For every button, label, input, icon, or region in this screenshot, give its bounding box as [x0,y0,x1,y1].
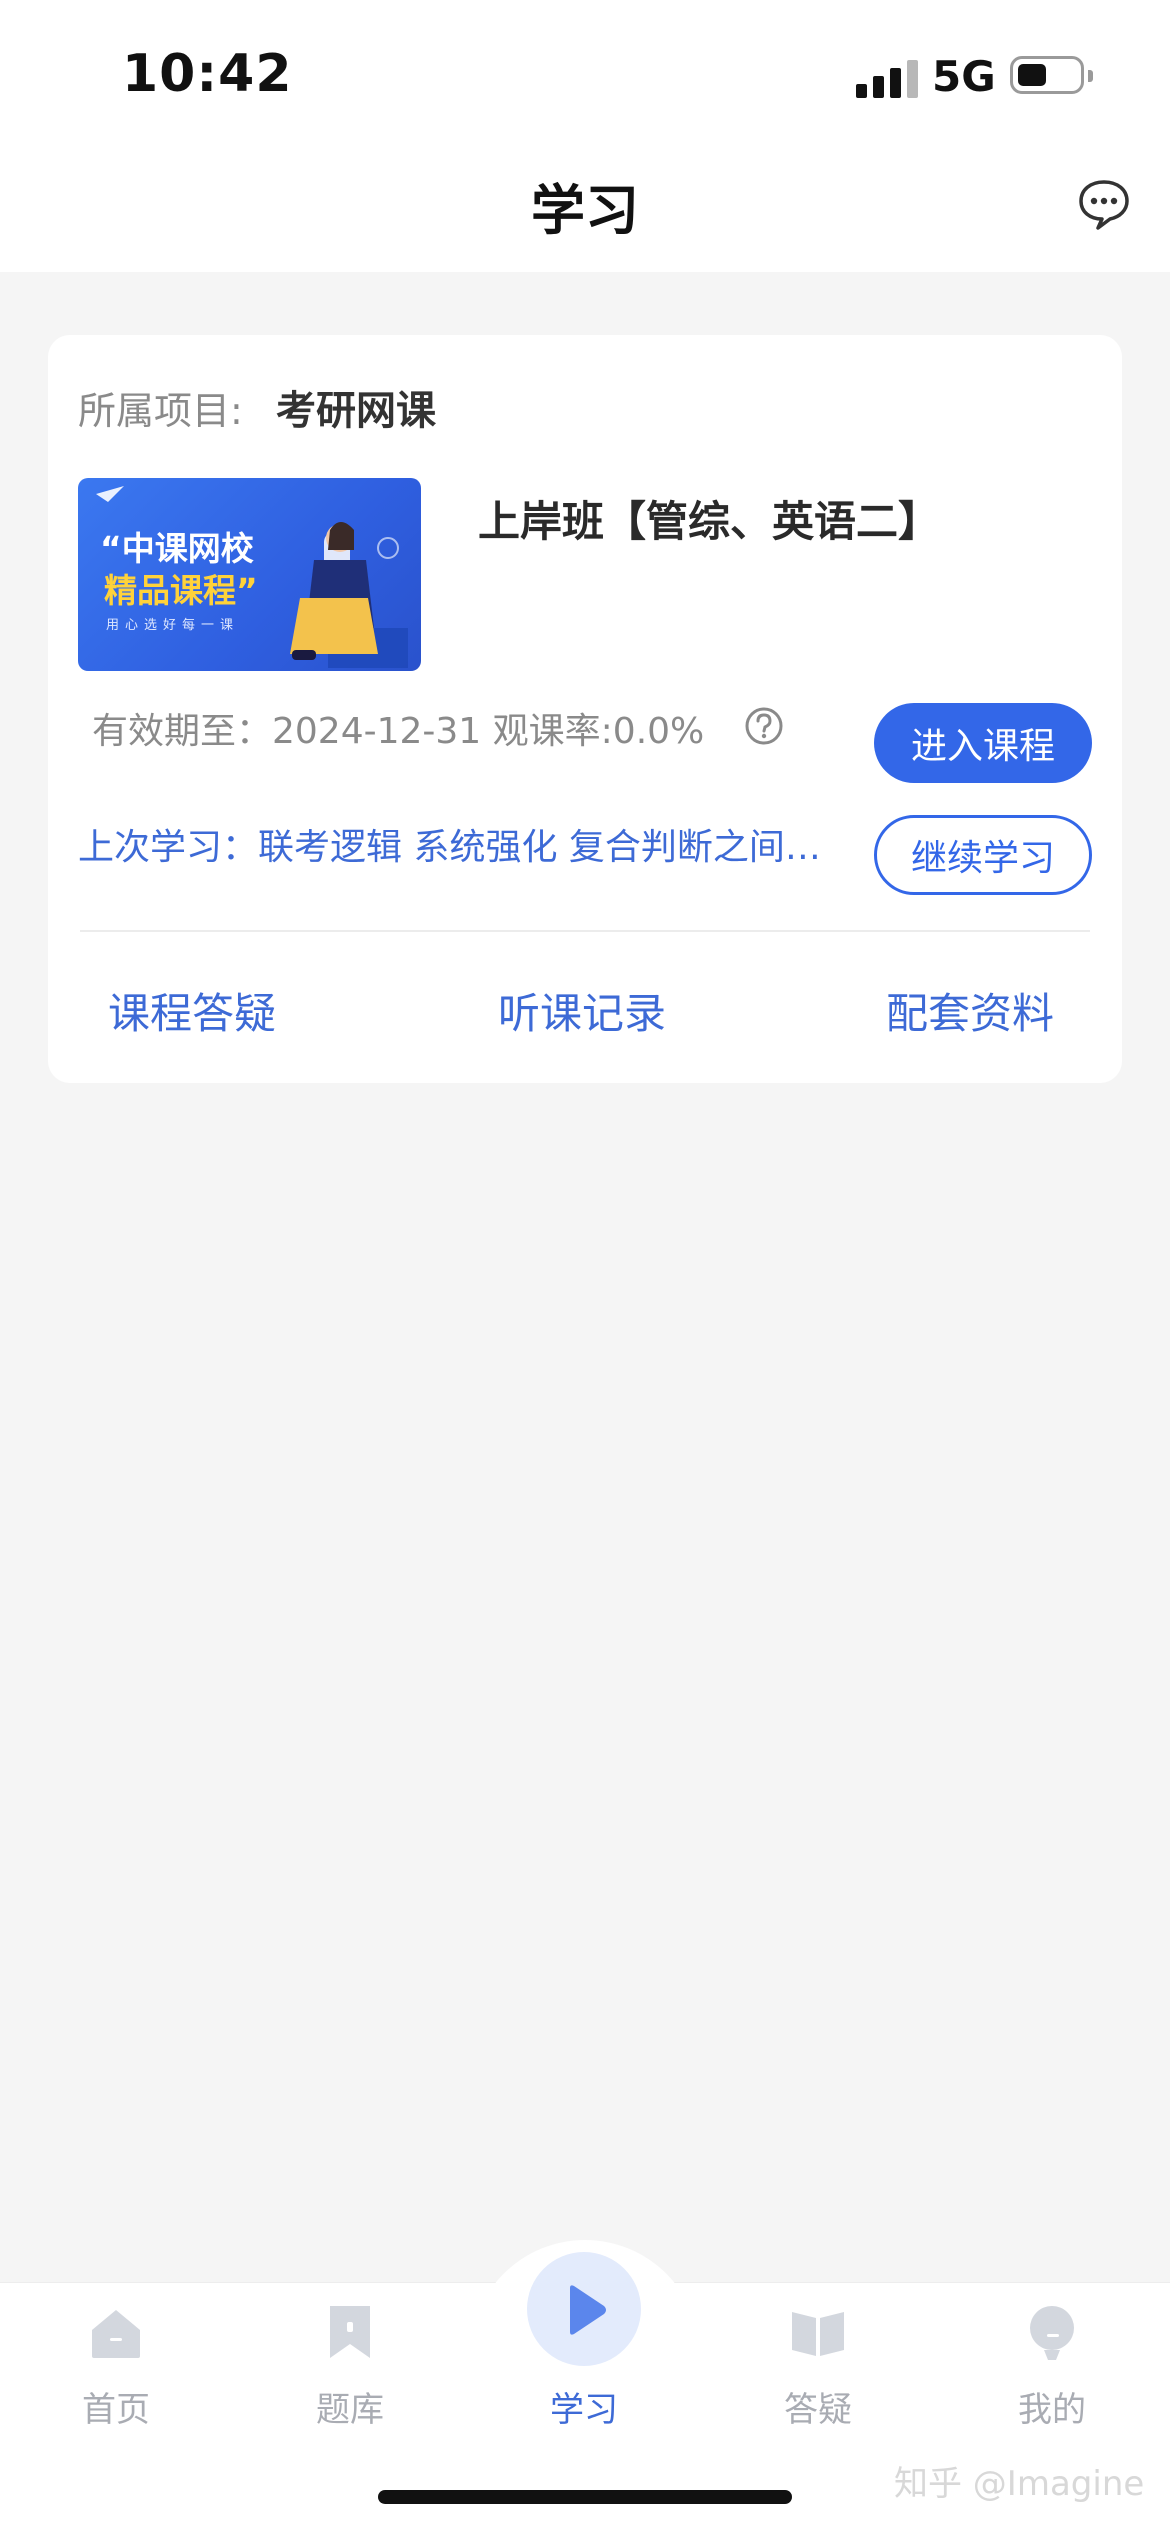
signal-icon [856,58,918,98]
tab-qa-label[interactable]: 答疑 [748,2382,888,2431]
project-label: 所属项目: [78,389,243,433]
page-title: 学习 [531,179,639,242]
help-icon[interactable] [744,706,784,746]
course-name[interactable]: 上岸班【管综、英语二】 [478,488,940,549]
bookmark-icon[interactable] [318,2300,382,2364]
project-value: 考研网课 [276,388,436,434]
play-icon[interactable] [552,2278,616,2342]
last-study-row[interactable]: 上次学习：联考逻辑 系统强化 复合判断之间… [78,818,864,870]
profile-icon[interactable] [1020,2300,1084,2364]
last-study-value: 联考逻辑 系统强化 复合判断之间… [258,827,821,868]
tab-question-bank-label[interactable]: 题库 [280,2382,420,2431]
continue-study-button[interactable]: 继续学习 [874,815,1092,895]
cover-tagline: 用心选好每一课 [106,618,240,633]
course-cover-image[interactable]: “中课网校 精品课程” 用心选好每一课 [78,478,421,671]
chat-bubble-icon[interactable] [1076,176,1132,232]
tab-home-label[interactable]: 首页 [46,2382,186,2431]
network-label: 5G [932,52,996,101]
home-icon[interactable] [84,2300,148,2364]
card-divider [80,930,1090,932]
battery-icon [1010,56,1093,94]
course-materials-link[interactable]: 配套资料 [886,980,1054,1041]
book-icon[interactable] [786,2300,850,2364]
last-study-label: 上次学习： [78,827,259,868]
home-indicator[interactable] [378,2490,792,2504]
tab-mine-label[interactable]: 我的 [982,2382,1122,2431]
validity-info: 有效期至：2024-12-31 观课率:0.0% [92,711,705,752]
status-time: 10:42 [122,44,293,104]
study-record-link[interactable]: 听课记录 [498,980,666,1041]
cover-title-line2: 精品课程” [104,571,258,610]
enter-course-button[interactable]: 进入课程 [874,703,1092,783]
course-qa-link[interactable]: 课程答疑 [108,980,276,1041]
cover-title-line1: “中课网校 [100,529,254,568]
tab-study-label[interactable]: 学习 [514,2382,654,2431]
watermark: 知乎 @Imagine [894,2464,1145,2504]
